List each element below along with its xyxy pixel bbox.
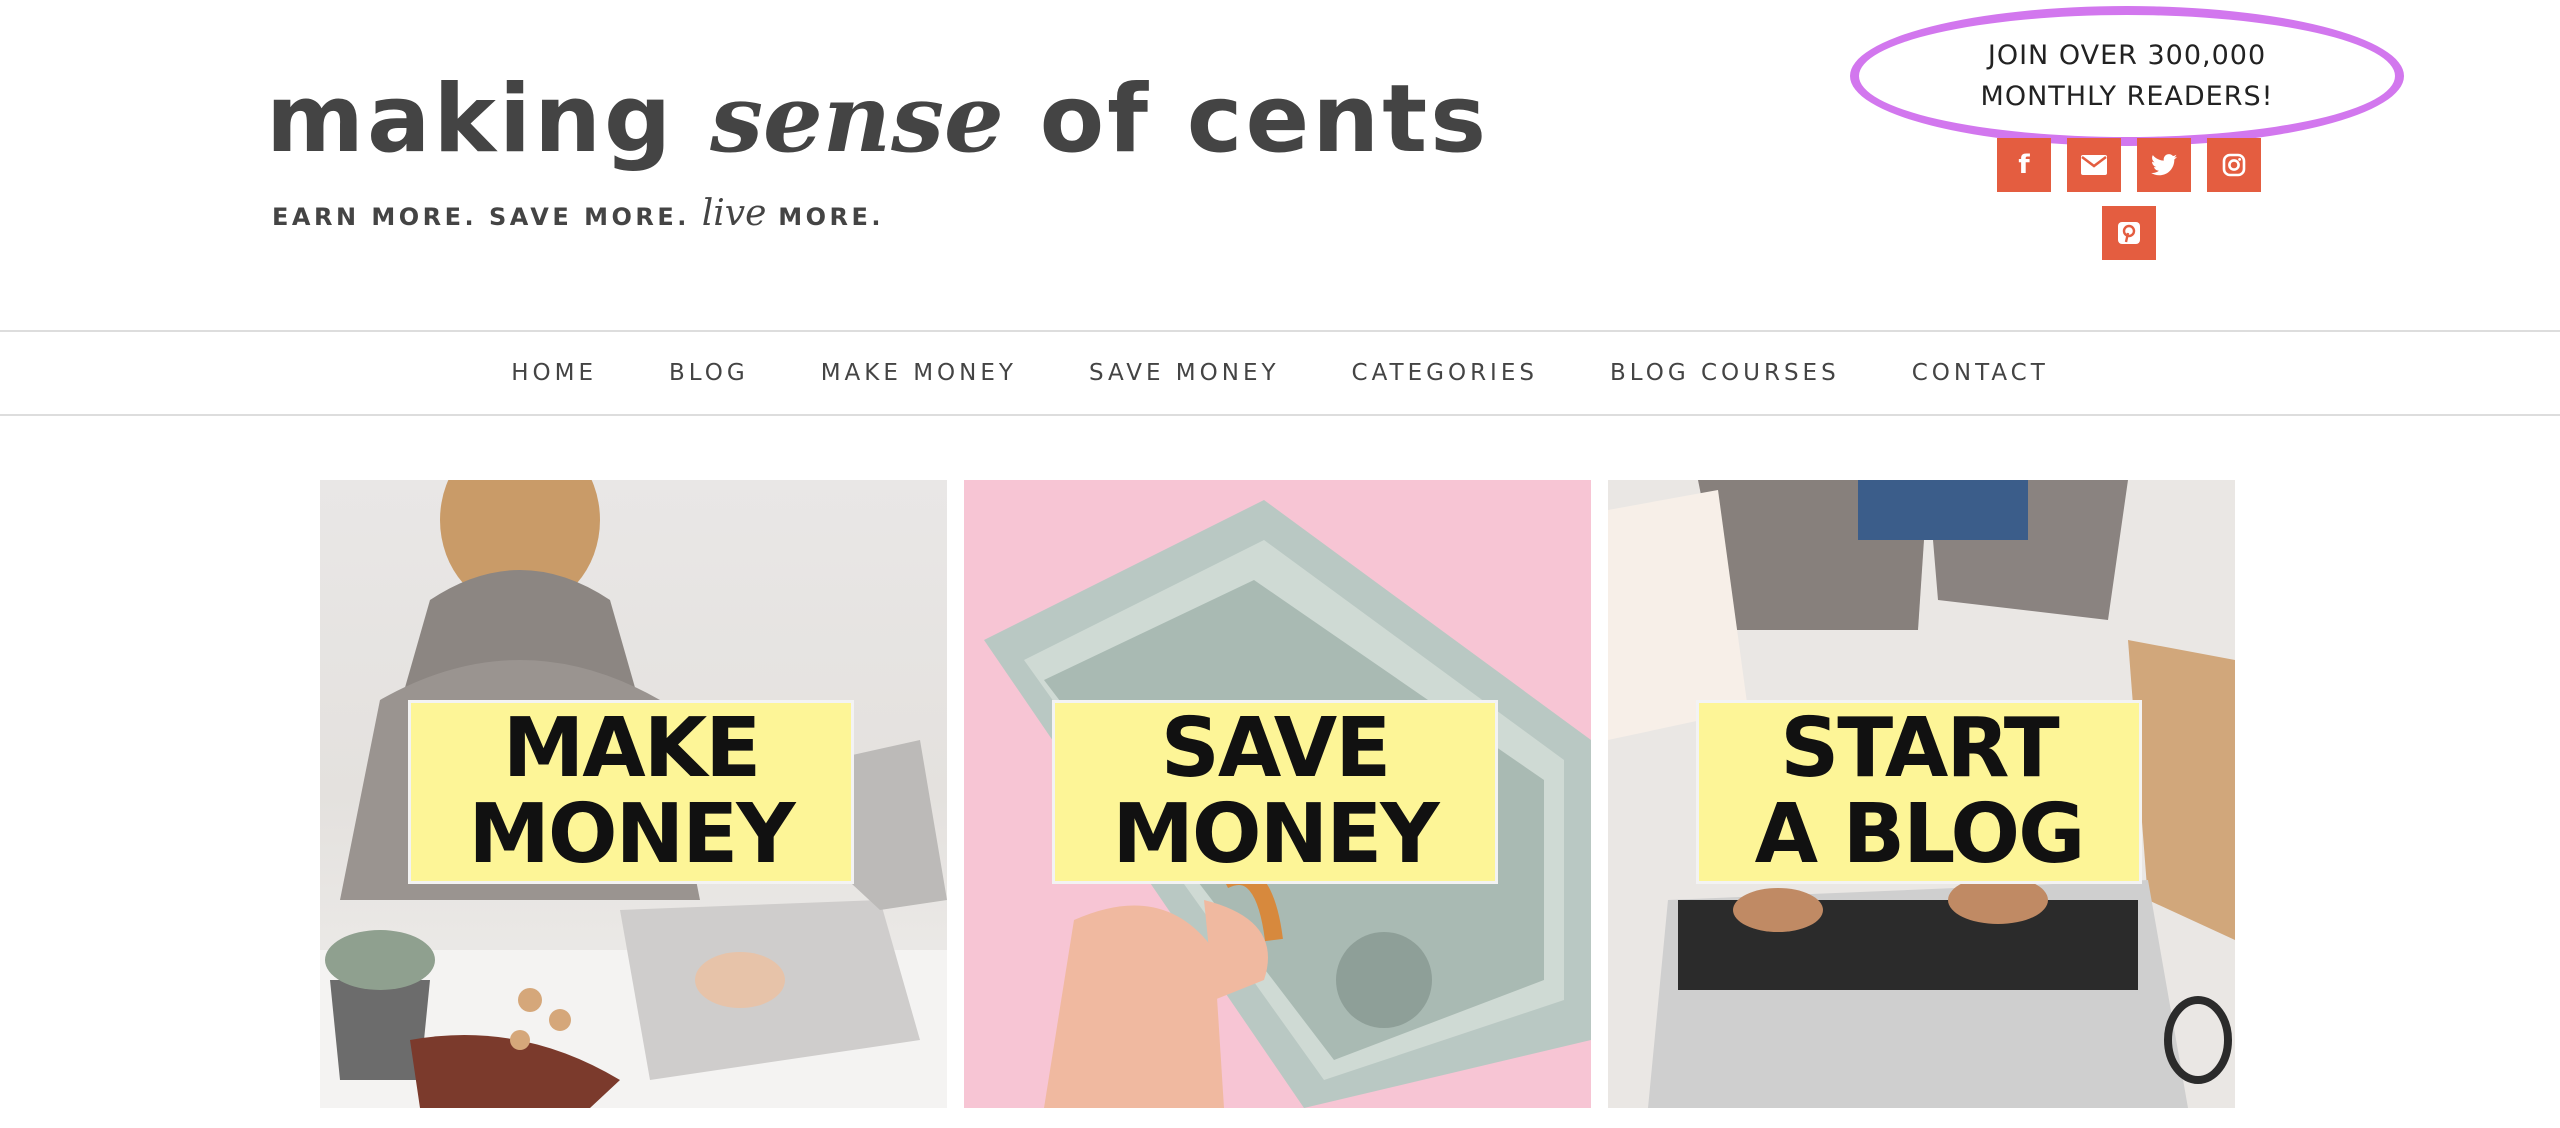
tile-label: MAKE MONEY	[408, 700, 854, 884]
nav-item-categories[interactable]: CATEGORIES	[1352, 360, 1538, 386]
social-links: f	[1996, 138, 2262, 274]
logo-title: making sense of cents	[266, 72, 1489, 167]
nav-item-contact[interactable]: CONTACT	[1912, 360, 2049, 386]
feature-tiles: MAKE MONEY SAVE MONEY START A BLOG	[320, 480, 2235, 1108]
tile-make-money[interactable]: MAKE MONEY	[320, 480, 947, 1108]
twitter-icon[interactable]	[2137, 138, 2191, 192]
main-nav: HOME BLOG MAKE MONEY SAVE MONEY CATEGORI…	[0, 330, 2560, 416]
nav-item-make-money[interactable]: MAKE MONEY	[821, 360, 1017, 386]
readers-callout: JOIN OVER 300,000 MONTHLY READERS!	[1850, 6, 2404, 146]
nav-item-blog[interactable]: BLOG	[669, 360, 749, 386]
readers-line-2: MONTHLY READERS!	[1980, 81, 2274, 112]
nav-item-home[interactable]: HOME	[511, 360, 597, 386]
logo-word-of-cents: of cents	[1039, 65, 1490, 174]
tagline-text-live: live	[701, 193, 767, 234]
tagline-text-2: MORE.	[778, 203, 885, 231]
tagline-text-1: EARN MORE. SAVE MORE.	[272, 203, 690, 231]
tile-label-line-2: MONEY	[468, 787, 795, 882]
logo-tagline: EARN MORE. SAVE MORE. live MORE.	[272, 193, 1489, 234]
tile-label-line-1: SAVE	[1160, 701, 1391, 796]
tile-label: SAVE MONEY	[1052, 700, 1498, 884]
tile-label-line-2: A BLOG	[1754, 787, 2086, 882]
tile-label-line-1: MAKE	[502, 701, 762, 796]
tile-label: START A BLOG	[1696, 700, 2142, 884]
logo-word-sense: sense	[710, 64, 1004, 174]
facebook-glyph: f	[2018, 150, 2030, 180]
nav-item-save-money[interactable]: SAVE MONEY	[1089, 360, 1280, 386]
site-logo[interactable]: making sense of cents EARN MORE. SAVE MO…	[266, 72, 1489, 234]
tile-save-money[interactable]: SAVE MONEY	[964, 480, 1591, 1108]
email-icon[interactable]	[2067, 138, 2121, 192]
logo-word-making: making	[266, 65, 675, 174]
readers-line-1: JOIN OVER 300,000	[1987, 40, 2267, 71]
pinterest-icon[interactable]	[2102, 206, 2156, 260]
tile-label-line-1: START	[1780, 701, 2059, 796]
nav-item-blog-courses[interactable]: BLOG COURSES	[1610, 360, 1840, 386]
instagram-icon[interactable]	[2207, 138, 2261, 192]
tile-start-a-blog[interactable]: START A BLOG	[1608, 480, 2235, 1108]
tile-label-line-2: MONEY	[1112, 787, 1439, 882]
facebook-icon[interactable]: f	[1997, 138, 2051, 192]
